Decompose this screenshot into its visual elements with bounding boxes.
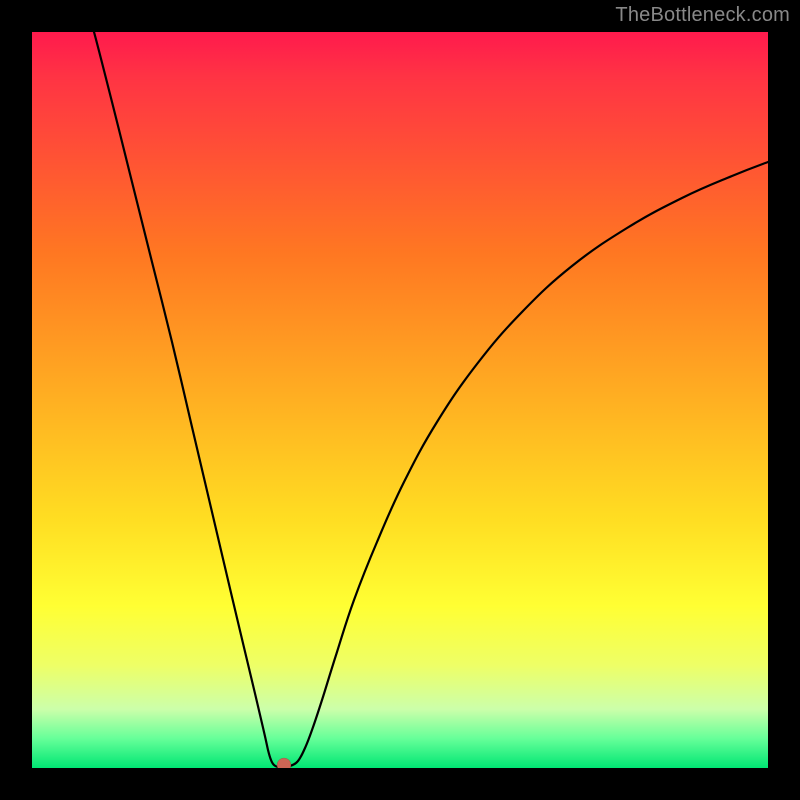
curve-line	[94, 32, 768, 767]
chart-frame: TheBottleneck.com	[0, 0, 800, 800]
watermark-text: TheBottleneck.com	[615, 4, 790, 27]
chart-svg	[32, 32, 768, 768]
plot-area	[32, 32, 768, 768]
minimum-marker	[277, 758, 291, 768]
